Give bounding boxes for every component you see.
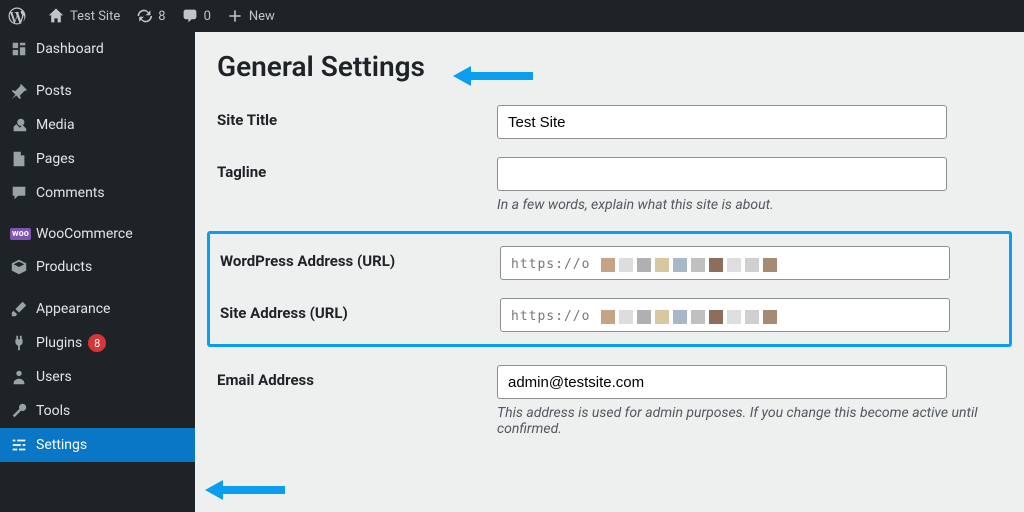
sidebar-item-dashboard[interactable]: Dashboard	[0, 32, 195, 66]
wordpress-icon	[8, 7, 26, 25]
sidebar-item-label: Comments	[36, 185, 105, 201]
new-content-link[interactable]: New	[219, 0, 283, 32]
tagline-desc: In a few words, explain what this site i…	[497, 197, 1002, 213]
dashboard-icon	[10, 40, 36, 58]
email-label: Email Address	[217, 365, 497, 389]
sidebar-item-woocommerce[interactable]: woo WooCommerce	[0, 218, 195, 250]
box-icon	[10, 258, 36, 276]
email-input[interactable]	[497, 365, 947, 399]
sidebar-item-label: Users	[36, 369, 72, 385]
brush-icon	[10, 300, 36, 318]
row-site-url: Site Address (URL) https://o	[220, 298, 999, 332]
admin-sidebar: Dashboard Posts Media Pages Comments woo…	[0, 32, 195, 512]
row-tagline: Tagline In a few words, explain what thi…	[217, 157, 1002, 213]
plug-icon	[10, 334, 36, 352]
sidebar-item-media[interactable]: Media	[0, 108, 195, 142]
email-desc: This address is used for admin purposes.…	[497, 405, 1002, 437]
pin-icon	[10, 82, 36, 100]
sidebar-item-label: Products	[36, 259, 92, 275]
annotation-arrow-settings	[205, 478, 285, 506]
sidebar-item-label: WooCommerce	[36, 226, 133, 242]
sidebar-item-products[interactable]: Products	[0, 250, 195, 284]
sidebar-item-label: Posts	[36, 83, 72, 99]
sidebar-item-pages[interactable]: Pages	[0, 142, 195, 176]
plus-icon	[227, 8, 243, 24]
updates-link[interactable]: 8	[128, 0, 173, 32]
row-email: Email Address This address is used for a…	[217, 365, 1002, 437]
annotation-arrow-title	[453, 64, 533, 92]
site-url-label: Site Address (URL)	[220, 298, 500, 322]
users-icon	[10, 368, 36, 386]
sidebar-item-label: Dashboard	[36, 41, 104, 57]
comments-count: 0	[204, 9, 211, 24]
refresh-icon	[136, 8, 152, 24]
media-icon	[10, 116, 36, 134]
woocommerce-icon: woo	[10, 228, 36, 240]
comments-link[interactable]: 0	[174, 0, 219, 32]
sidebar-item-label: Media	[36, 117, 75, 133]
sidebar-item-label: Appearance	[36, 301, 110, 317]
sidebar-item-posts[interactable]: Posts	[0, 74, 195, 108]
sidebar-item-label: Tools	[36, 403, 70, 419]
plugins-badge: 8	[88, 334, 106, 352]
annotation-highlight-urls: WordPress Address (URL) https://o Site A…	[207, 231, 1012, 347]
site-title-label: Site Title	[217, 105, 497, 129]
wp-url-input[interactable]: https://o	[500, 246, 950, 280]
sliders-icon	[10, 436, 36, 454]
sidebar-item-label: Settings	[36, 437, 87, 453]
sidebar-item-label: Plugins	[36, 335, 82, 351]
admin-topbar: Test Site 8 0 New	[0, 0, 1024, 32]
site-name: Test Site	[70, 9, 120, 24]
comment-icon	[10, 184, 36, 202]
tagline-input[interactable]	[497, 157, 947, 191]
row-wp-url: WordPress Address (URL) https://o	[220, 246, 999, 280]
sidebar-item-appearance[interactable]: Appearance	[0, 292, 195, 326]
updates-count: 8	[158, 9, 165, 24]
new-label: New	[249, 9, 275, 24]
home-icon	[48, 8, 64, 24]
page-icon	[10, 150, 36, 168]
site-url-input[interactable]: https://o	[500, 298, 950, 332]
sidebar-item-tools[interactable]: Tools	[0, 394, 195, 428]
site-title-input[interactable]	[497, 105, 947, 139]
settings-general-page: General Settings Site Title Tagline In a…	[195, 32, 1024, 512]
sidebar-item-plugins[interactable]: Plugins 8	[0, 326, 195, 360]
row-site-title: Site Title	[217, 105, 1002, 139]
sidebar-item-settings[interactable]: Settings	[0, 428, 195, 462]
tagline-label: Tagline	[217, 157, 497, 181]
sidebar-item-users[interactable]: Users	[0, 360, 195, 394]
wp-url-label: WordPress Address (URL)	[220, 246, 500, 270]
page-title: General Settings	[217, 50, 425, 83]
wp-logo[interactable]	[0, 0, 40, 32]
sidebar-item-comments[interactable]: Comments	[0, 176, 195, 210]
site-link[interactable]: Test Site	[40, 0, 128, 32]
wrench-icon	[10, 402, 36, 420]
comment-icon	[182, 8, 198, 24]
sidebar-item-label: Pages	[36, 151, 75, 167]
